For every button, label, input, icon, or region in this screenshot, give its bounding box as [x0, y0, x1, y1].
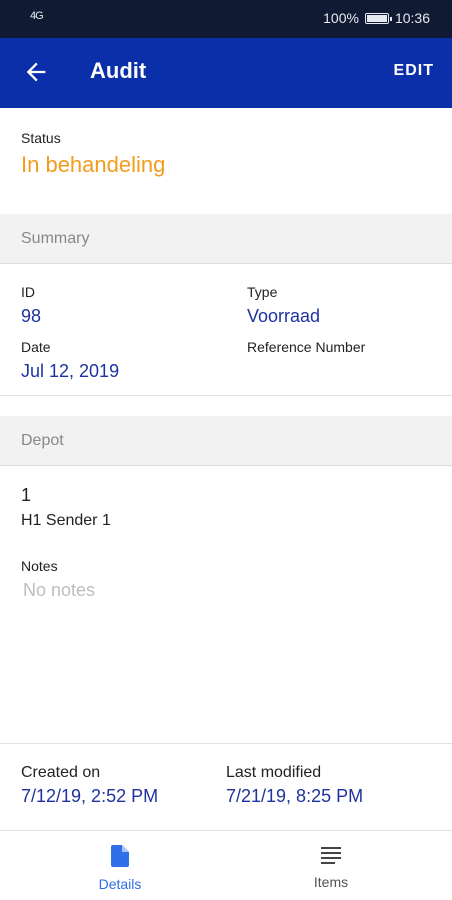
battery-percent: 100% [323, 10, 359, 26]
divider [0, 395, 452, 396]
nav-item-label: Items [313, 874, 349, 890]
status-value: In behandeling [21, 152, 166, 177]
edit-button[interactable]: EDIT [394, 62, 434, 80]
status-bar-right: 100% 10:36 [323, 10, 430, 26]
signal-icon: 4G [30, 10, 44, 22]
clock: 10:36 [394, 10, 430, 26]
modified-value: 7/21/19, 8:25 PM [226, 786, 364, 806]
status-block: Status In behandeling [21, 130, 165, 178]
system-status-bar: 4G 100% 10:36 [0, 0, 452, 38]
type-value: Voorraad [247, 306, 321, 326]
nav-item-items[interactable]: Items [271, 845, 391, 890]
bottom-navigation: Details Items [0, 830, 452, 900]
created-field: Created on 7/12/19, 2:52 PM [21, 764, 158, 807]
notes-value: No notes [23, 580, 96, 600]
reference-field: Reference Number [247, 339, 365, 361]
list-icon [321, 847, 341, 864]
status-label: Status [21, 130, 61, 146]
id-label: ID [21, 284, 35, 300]
divider [0, 743, 452, 744]
created-value: 7/12/19, 2:52 PM [21, 786, 159, 806]
arrow-left-icon[interactable] [22, 58, 50, 86]
depot-name: H1 Sender 1 [21, 512, 111, 529]
notes-label: Notes [21, 558, 58, 574]
notes-field: Notes No notes [21, 558, 95, 601]
document-icon [111, 845, 129, 867]
type-field: Type Voorraad [247, 284, 320, 327]
depot-info: 1 H1 Sender 1 [21, 485, 111, 530]
app-bar: Audit EDIT [0, 38, 452, 108]
date-value: Jul 12, 2019 [21, 361, 120, 381]
modified-field: Last modified 7/21/19, 8:25 PM [226, 764, 363, 807]
reference-label: Reference Number [247, 339, 366, 355]
date-label: Date [21, 339, 51, 355]
created-label: Created on [21, 764, 101, 781]
battery-level [366, 14, 387, 22]
battery-icon [364, 12, 392, 24]
type-label: Type [247, 284, 278, 300]
summary-section-header: Summary [0, 214, 452, 264]
nav-item-label: Details [98, 876, 142, 892]
modified-label: Last modified [226, 764, 322, 781]
depot-section-header: Depot [0, 416, 452, 466]
nav-item-details[interactable]: Details [60, 845, 180, 892]
id-field: ID 98 [21, 284, 41, 327]
id-value: 98 [21, 306, 42, 326]
date-field: Date Jul 12, 2019 [21, 339, 119, 382]
page-title: Audit [90, 58, 147, 83]
depot-number: 1 [21, 485, 32, 505]
